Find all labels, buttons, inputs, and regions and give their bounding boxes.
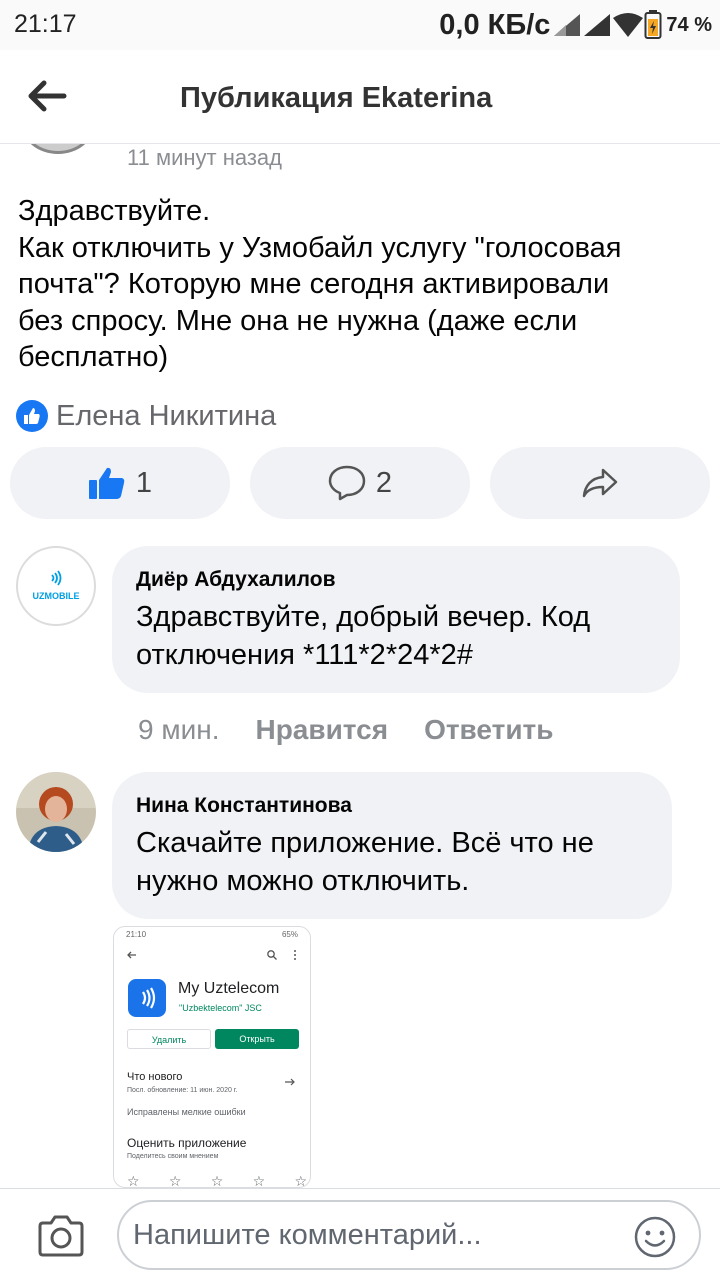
thumbs-up-icon (88, 467, 125, 499)
status-indicators: 0,0 КБ/с 74 % (439, 6, 712, 44)
comment-button[interactable]: 2 (250, 447, 470, 519)
comment-time: 9 мин. (138, 714, 220, 745)
back-arrow-icon (127, 951, 136, 959)
rating-stars: ☆ ☆ ☆ ☆ ☆ (127, 1173, 307, 1188)
like-button[interactable]: 1 (10, 447, 230, 519)
comment-input[interactable]: Напишите комментарий... (117, 1200, 701, 1270)
emoji-icon[interactable] (633, 1215, 677, 1259)
post-timestamp: 11 минут назад (127, 145, 282, 170)
network-speed: 0,0 КБ/с (439, 8, 551, 41)
page-title: Публикация Ekaterina (180, 82, 493, 114)
comment-icon (328, 465, 366, 501)
post-text-line: бесплатно) (18, 341, 169, 373)
rate-app-subtitle: Поделитесь своим мнением (127, 1153, 219, 1160)
comment-composer: Напишите комментарий... (0, 1188, 720, 1280)
battery-icon (644, 10, 662, 39)
comment-bubble[interactable]: Нина Константинова Скачайте приложение. … (112, 772, 672, 919)
wifi-icon (613, 13, 644, 37)
like-count: 1 (135, 466, 153, 499)
comment-text: Скачайте приложение. Всё что не нужно мо… (136, 824, 648, 900)
comment-text-line: Здравствуйте, добрый вечер. Код (136, 601, 591, 633)
comment-count: 2 (375, 466, 393, 499)
open-button: Открыть (215, 1029, 299, 1049)
avatar-photo (16, 772, 96, 852)
status-bar: 21:17 0,0 КБ/с 74 % (0, 0, 720, 50)
changelog-text: Исправлены мелкие ошибки (127, 1107, 246, 1117)
uninstall-button: Удалить (127, 1029, 211, 1049)
post-text-line: почта"? Которую мне сегодня активировали (18, 268, 610, 300)
star-icon: ☆ (252, 1173, 266, 1188)
signal-icon (584, 14, 611, 36)
star-icon: ☆ (127, 1173, 140, 1188)
comment-input-placeholder: Напишите комментарий... (133, 1219, 482, 1251)
like-reaction-icon (16, 400, 48, 432)
comment-text-line: Скачайте приложение. Всё что не (136, 827, 594, 859)
update-date: Посл. обновление: 11 июн. 2020 г. (127, 1087, 238, 1094)
app-icon (128, 979, 166, 1017)
share-icon (582, 468, 618, 498)
header: Публикация Ekaterina (0, 50, 720, 144)
star-icon: ☆ (294, 1173, 307, 1188)
post-text: Здравствуйте. Как отключить у Узмобайл у… (18, 193, 708, 376)
uzmobile-logo-icon (51, 570, 62, 586)
star-icon: ☆ (210, 1173, 224, 1188)
star-icon: ☆ (168, 1173, 182, 1188)
comment-author[interactable]: Диёр Абдухалилов (136, 568, 656, 592)
app-name: My Uztelecom (178, 980, 280, 997)
battery-percent: 74 % (666, 13, 712, 36)
comment-text-line: нужно можно отключить. (136, 865, 470, 897)
commenter-avatar[interactable]: UZMOBILE (16, 546, 96, 626)
post-text-line: Здравствуйте. (18, 195, 211, 227)
back-arrow-icon[interactable] (24, 76, 68, 116)
whats-new-heading: Что нового (127, 1071, 183, 1083)
reactor-name: Елена Никитина (56, 399, 277, 432)
comment-meta: 9 мин. Нравится Ответить (138, 710, 553, 750)
rate-app-heading: Оценить приложение (127, 1136, 247, 1150)
mini-status-battery: 65% (281, 930, 298, 939)
signal-icon (554, 14, 581, 36)
arrow-right-icon (285, 1078, 295, 1086)
comment-author[interactable]: Нина Константинова (136, 794, 648, 818)
comment-reply-link[interactable]: Ответить (424, 714, 553, 746)
post-text-line: без спросу. Мне она не нужна (даже если (18, 304, 578, 337)
share-button[interactable] (490, 447, 710, 519)
comment-like-link[interactable]: Нравится (255, 714, 388, 746)
commenter-avatar[interactable] (16, 772, 96, 852)
post-text-line: Как отключить у Узмобайл услугу "голосов… (18, 231, 622, 264)
comment-text: Здравствуйте, добрый вечер. Код отключен… (136, 598, 656, 674)
reactions-summary[interactable]: Елена Никитина (16, 399, 276, 433)
search-icon (267, 950, 277, 960)
app-developer: "Uzbektelecom" JSC (179, 1003, 262, 1013)
more-icon (294, 950, 296, 960)
mini-status-time: 21:10 (126, 930, 147, 939)
avatar-logo-text: UZMOBILE (32, 591, 80, 601)
comment-image-attachment[interactable]: 21:10 65% My Uztelecom "Uzbektelecom" JS… (113, 926, 311, 1188)
camera-icon[interactable] (36, 1214, 86, 1258)
comment-text-line: отключения *111*2*24*2# (136, 639, 473, 671)
status-time: 21:17 (14, 10, 77, 38)
comment-bubble[interactable]: Диёр Абдухалилов Здравствуйте, добрый ве… (112, 546, 680, 693)
